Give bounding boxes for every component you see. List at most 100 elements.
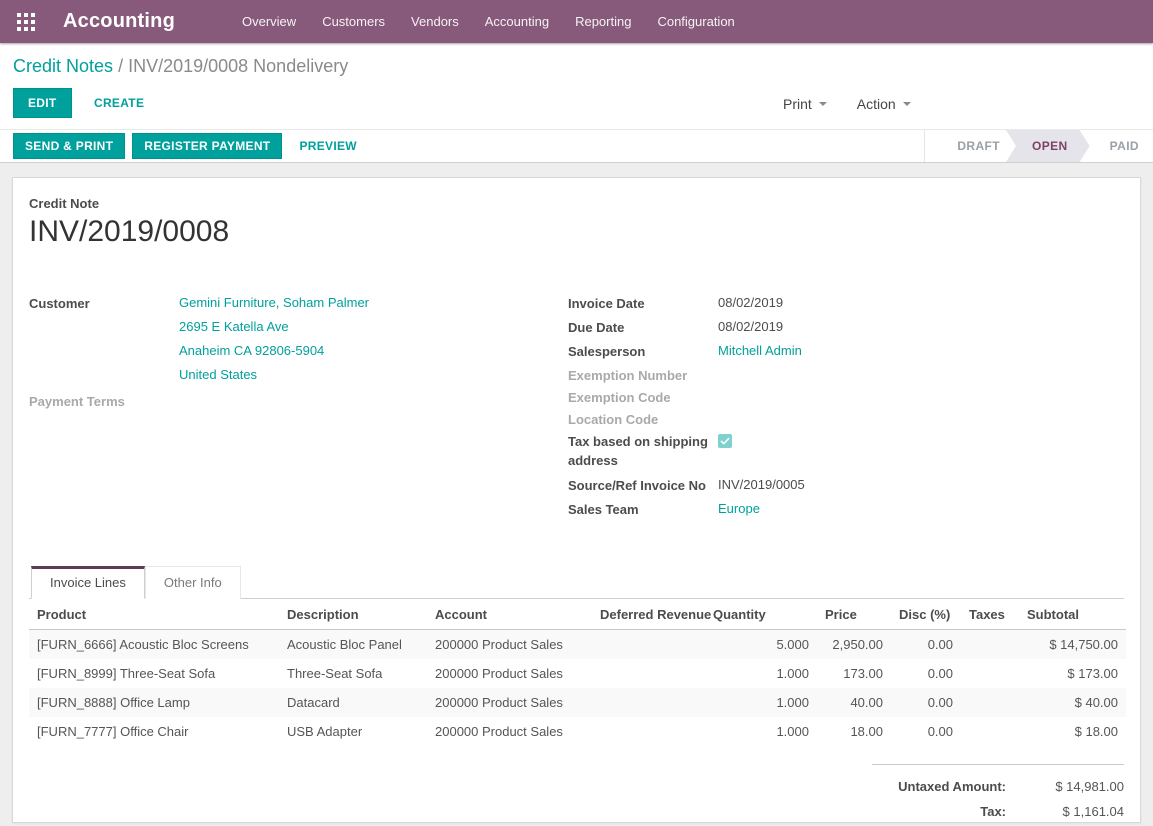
nav-item-reporting[interactable]: Reporting bbox=[562, 0, 644, 43]
table-row[interactable]: [FURN_7777] Office Chair USB Adapter 200… bbox=[29, 717, 1126, 746]
cell-description: Acoustic Bloc Panel bbox=[279, 630, 427, 660]
col-disc[interactable]: Disc (%) bbox=[891, 599, 961, 630]
form-fields: Customer Gemini Furniture, Soham Palmer … bbox=[29, 291, 1124, 521]
print-action-group: Print Action bbox=[783, 96, 911, 112]
nav-item-overview[interactable]: Overview bbox=[229, 0, 309, 43]
col-subtotal[interactable]: Subtotal bbox=[1019, 599, 1126, 630]
untaxed-amount-label: Untaxed Amount: bbox=[872, 774, 1006, 799]
left-column: Customer Gemini Furniture, Soham Palmer … bbox=[29, 291, 568, 521]
col-price[interactable]: Price bbox=[817, 599, 891, 630]
cell-taxes bbox=[961, 630, 1019, 660]
create-button[interactable]: CREATE bbox=[84, 89, 154, 117]
cell-taxes bbox=[961, 717, 1019, 746]
customer-city[interactable]: Anaheim CA 92806-5904 bbox=[179, 339, 369, 363]
print-dropdown[interactable]: Print bbox=[783, 96, 827, 112]
totals-section: Untaxed Amount: $ 14,981.00 Tax: $ 1,161… bbox=[872, 764, 1124, 823]
cell-description: Datacard bbox=[279, 688, 427, 717]
col-quantity[interactable]: Quantity bbox=[705, 599, 817, 630]
cell-deferred bbox=[585, 659, 705, 688]
document-number: INV/2019/0008 bbox=[29, 215, 1124, 249]
status-draft[interactable]: DRAFT bbox=[939, 130, 1014, 162]
col-product[interactable]: Product bbox=[29, 599, 279, 630]
sales-team-label: Sales Team bbox=[568, 497, 718, 521]
customer-name-link[interactable]: Gemini Furniture, Soham Palmer bbox=[179, 291, 369, 315]
cell-price: 2,950.00 bbox=[817, 630, 891, 660]
notebook-tabs: Invoice Lines Other Info bbox=[29, 565, 1124, 599]
cell-description: USB Adapter bbox=[279, 717, 427, 746]
tax-shipping-checkbox[interactable] bbox=[718, 434, 732, 448]
untaxed-amount-row: Untaxed Amount: $ 14,981.00 bbox=[872, 774, 1124, 799]
col-deferred-revenue[interactable]: Deferred Revenue bbox=[585, 599, 705, 630]
tab-other-info[interactable]: Other Info bbox=[145, 566, 241, 599]
due-date-field: Due Date 08/02/2019 bbox=[568, 315, 1124, 339]
cell-quantity: 1.000 bbox=[705, 688, 817, 717]
cell-quantity: 5.000 bbox=[705, 630, 817, 660]
status-paid[interactable]: PAID bbox=[1090, 130, 1153, 162]
check-mark-icon bbox=[720, 437, 730, 445]
customer-street[interactable]: 2695 E Katella Ave bbox=[179, 315, 369, 339]
edit-button[interactable]: EDIT bbox=[13, 88, 72, 118]
salesperson-label: Salesperson bbox=[568, 339, 718, 363]
app-name[interactable]: Accounting bbox=[63, 10, 175, 33]
caret-down-icon bbox=[819, 102, 827, 106]
action-dropdown-label: Action bbox=[857, 96, 896, 112]
nav-item-accounting[interactable]: Accounting bbox=[472, 0, 562, 43]
breadcrumb-parent-link[interactable]: Credit Notes bbox=[13, 56, 113, 76]
customer-label: Customer bbox=[29, 291, 179, 387]
nav-item-configuration[interactable]: Configuration bbox=[644, 0, 747, 43]
cell-price: 40.00 bbox=[817, 688, 891, 717]
cell-price: 18.00 bbox=[817, 717, 891, 746]
col-taxes[interactable]: Taxes bbox=[961, 599, 1019, 630]
customer-field: Customer Gemini Furniture, Soham Palmer … bbox=[29, 291, 538, 387]
cell-taxes bbox=[961, 659, 1019, 688]
tax-shipping-field: Tax based on shipping address bbox=[568, 429, 1124, 470]
table-row[interactable]: [FURN_8999] Three-Seat Sofa Three-Seat S… bbox=[29, 659, 1126, 688]
exemption-number-field: Exemption Number bbox=[568, 363, 1124, 385]
cell-deferred bbox=[585, 688, 705, 717]
action-buttons-row: EDIT CREATE Print Action bbox=[0, 79, 1153, 129]
status-open-active[interactable]: OPEN bbox=[1006, 130, 1090, 162]
cell-subtotal: $ 14,750.00 bbox=[1019, 630, 1126, 660]
tax-value: $ 1,161.04 bbox=[1006, 799, 1124, 823]
tab-invoice-lines[interactable]: Invoice Lines bbox=[31, 566, 145, 599]
tax-row: Tax: $ 1,161.04 bbox=[872, 799, 1124, 823]
breadcrumb-current: INV/2019/0008 Nondelivery bbox=[128, 56, 348, 76]
cell-description: Three-Seat Sofa bbox=[279, 659, 427, 688]
apps-grid-icon[interactable] bbox=[16, 12, 36, 32]
cell-disc: 0.00 bbox=[891, 630, 961, 660]
location-code-field: Location Code bbox=[568, 407, 1124, 429]
cell-account: 200000 Product Sales bbox=[427, 688, 585, 717]
cell-product: [FURN_6666] Acoustic Bloc Screens bbox=[29, 630, 279, 660]
salesperson-link[interactable]: Mitchell Admin bbox=[718, 339, 802, 363]
nav-item-customers[interactable]: Customers bbox=[309, 0, 398, 43]
register-payment-button[interactable]: REGISTER PAYMENT bbox=[132, 133, 282, 159]
send-print-button[interactable]: SEND & PRINT bbox=[13, 133, 125, 159]
cell-account: 200000 Product Sales bbox=[427, 630, 585, 660]
breadcrumb-separator: / bbox=[118, 56, 128, 76]
payment-terms-field: Payment Terms bbox=[29, 389, 538, 411]
print-dropdown-label: Print bbox=[783, 96, 812, 112]
nav-menu: Overview Customers Vendors Accounting Re… bbox=[229, 0, 748, 43]
col-account[interactable]: Account bbox=[427, 599, 585, 630]
location-code-label: Location Code bbox=[568, 407, 718, 429]
cell-subtotal: $ 173.00 bbox=[1019, 659, 1126, 688]
salesperson-field: Salesperson Mitchell Admin bbox=[568, 339, 1124, 363]
source-ref-value: INV/2019/0005 bbox=[718, 473, 805, 497]
due-date-label: Due Date bbox=[568, 315, 718, 339]
cell-account: 200000 Product Sales bbox=[427, 717, 585, 746]
right-column: Invoice Date 08/02/2019 Due Date 08/02/2… bbox=[568, 291, 1124, 521]
action-dropdown[interactable]: Action bbox=[857, 96, 911, 112]
exemption-number-label: Exemption Number bbox=[568, 363, 718, 385]
table-row[interactable]: [FURN_8888] Office Lamp Datacard 200000 … bbox=[29, 688, 1126, 717]
caret-down-icon bbox=[903, 102, 911, 106]
table-row[interactable]: [FURN_6666] Acoustic Bloc Screens Acoust… bbox=[29, 630, 1126, 660]
sales-team-link[interactable]: Europe bbox=[718, 497, 760, 521]
customer-country[interactable]: United States bbox=[179, 363, 369, 387]
breadcrumb: Credit Notes / INV/2019/0008 Nondelivery bbox=[0, 43, 1153, 79]
nav-item-vendors[interactable]: Vendors bbox=[398, 0, 472, 43]
payment-terms-label: Payment Terms bbox=[29, 389, 179, 411]
col-description[interactable]: Description bbox=[279, 599, 427, 630]
top-navbar: Accounting Overview Customers Vendors Ac… bbox=[0, 0, 1153, 43]
preview-button[interactable]: PREVIEW bbox=[299, 139, 356, 153]
cell-quantity: 1.000 bbox=[705, 717, 817, 746]
